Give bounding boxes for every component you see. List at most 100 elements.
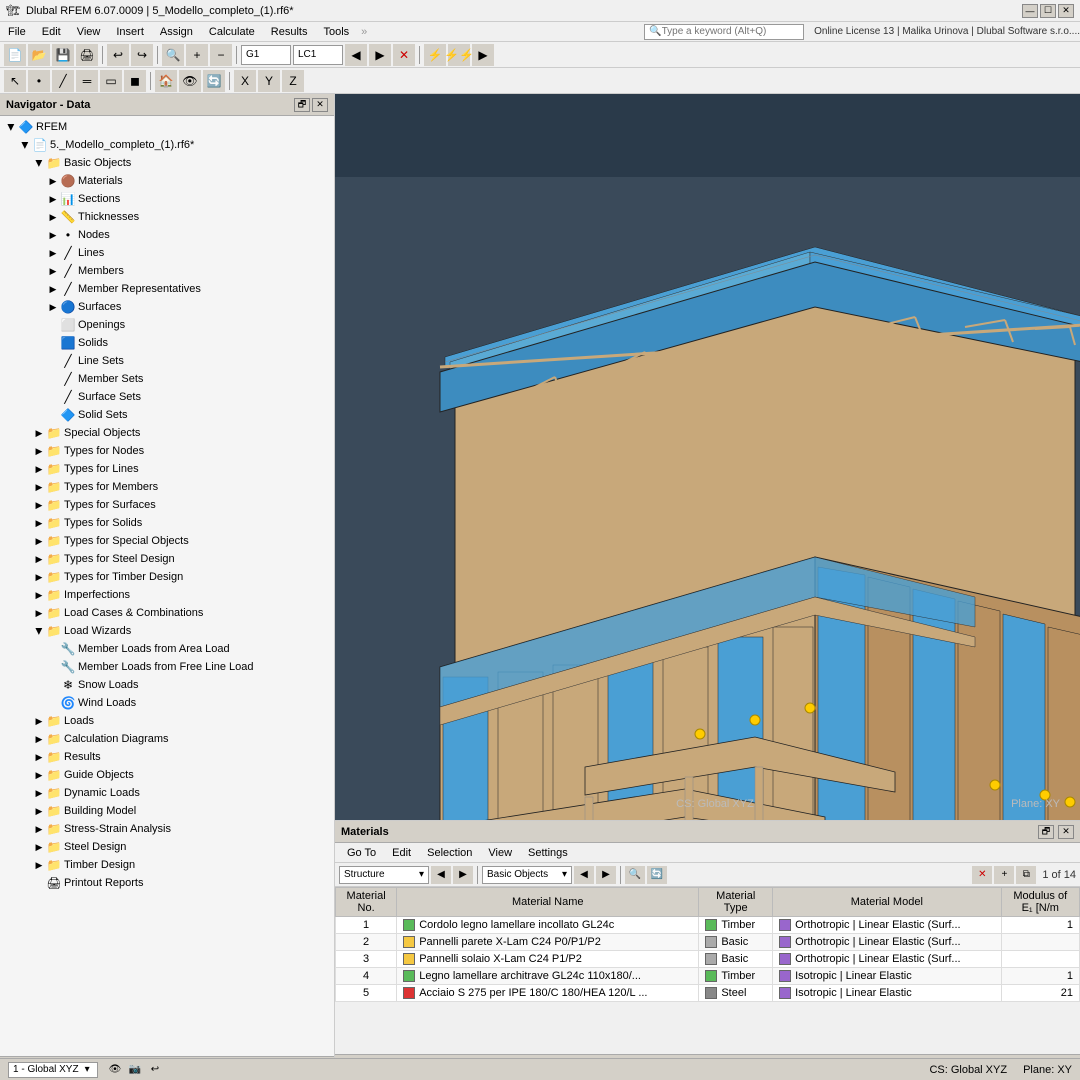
menu-assign[interactable]: Assign bbox=[152, 24, 201, 40]
tree-toggle-guide-objects[interactable]: ▶ bbox=[32, 770, 46, 781]
tree-item-dynamic-loads[interactable]: ▶📁Dynamic Loads bbox=[0, 784, 334, 802]
tb-member[interactable]: ═ bbox=[76, 70, 98, 92]
basic-objects-dropdown[interactable]: Basic Objects ▾ bbox=[482, 866, 572, 884]
tree-item-steel-design[interactable]: ▶📁Steel Design bbox=[0, 838, 334, 856]
tree-toggle-file[interactable]: ▶ bbox=[20, 138, 31, 152]
panel-copy-btn[interactable]: ⧉ bbox=[1016, 866, 1036, 884]
tree-toggle-thicknesses[interactable]: ▶ bbox=[46, 212, 60, 223]
tree-item-types-lines[interactable]: ▶📁Types for Lines bbox=[0, 460, 334, 478]
tb-calc1[interactable]: ⚡ bbox=[424, 44, 446, 66]
tree-item-members[interactable]: ▶╱Members bbox=[0, 262, 334, 280]
col-name[interactable]: Material Name bbox=[397, 888, 699, 917]
tree-toggle-timber-design[interactable]: ▶ bbox=[32, 860, 46, 871]
tree-item-load-cases[interactable]: ▶📁Load Cases & Combinations bbox=[0, 604, 334, 622]
tree-item-results[interactable]: ▶📁Results bbox=[0, 748, 334, 766]
tree-toggle-dynamic-loads[interactable]: ▶ bbox=[32, 788, 46, 799]
panel-filter-btn[interactable]: 🔍 bbox=[625, 866, 645, 884]
tree-item-basic-objects[interactable]: ▶📁Basic Objects bbox=[0, 154, 334, 172]
panel-menu-goto[interactable]: Go To bbox=[339, 845, 384, 861]
maximize-button[interactable]: ☐ bbox=[1040, 4, 1056, 18]
menu-edit[interactable]: Edit bbox=[34, 24, 69, 40]
tree-toggle-basic-objects[interactable]: ▶ bbox=[34, 156, 45, 170]
tree-toggle-materials[interactable]: ▶ bbox=[46, 176, 60, 187]
tb-open[interactable]: 📂 bbox=[28, 44, 50, 66]
tree-item-stress-strain[interactable]: ▶📁Stress-Strain Analysis bbox=[0, 820, 334, 838]
tb-print[interactable]: 🖨 bbox=[76, 44, 98, 66]
tb-zoom[interactable]: 🔍 bbox=[162, 44, 184, 66]
minimize-button[interactable]: — bbox=[1022, 4, 1038, 18]
tree-item-lines[interactable]: ▶╱Lines bbox=[0, 244, 334, 262]
status-view3[interactable]: ↩ bbox=[146, 1062, 164, 1078]
tree-item-special-objects[interactable]: ▶📁Special Objects bbox=[0, 424, 334, 442]
tree-item-types-surfaces[interactable]: ▶📁Types for Surfaces bbox=[0, 496, 334, 514]
panel-float-btn[interactable]: 🗗 bbox=[1038, 825, 1054, 839]
tb-calc2[interactable]: ⚡⚡ bbox=[448, 44, 470, 66]
tb-new[interactable]: 📄 bbox=[4, 44, 26, 66]
tree-item-materials[interactable]: ▶🟤Materials bbox=[0, 172, 334, 190]
tb-select[interactable]: ↖ bbox=[4, 70, 26, 92]
load-case-dropdown[interactable]: G1 bbox=[241, 45, 291, 65]
tree-item-snow-loads[interactable]: ❄Snow Loads bbox=[0, 676, 334, 694]
tree-item-thicknesses[interactable]: ▶📏Thicknesses bbox=[0, 208, 334, 226]
tb-line[interactable]: ╱ bbox=[52, 70, 74, 92]
tree-toggle-special-objects[interactable]: ▶ bbox=[32, 428, 46, 439]
tree-toggle-types-steel[interactable]: ▶ bbox=[32, 554, 46, 565]
tb-undo[interactable]: ↩ bbox=[107, 44, 129, 66]
tree-item-sections[interactable]: ▶📊Sections bbox=[0, 190, 334, 208]
tb-solid[interactable]: ◼ bbox=[124, 70, 146, 92]
tree-item-load-wizards[interactable]: ▶📁Load Wizards bbox=[0, 622, 334, 640]
status-view1[interactable]: 👁 bbox=[106, 1062, 124, 1078]
tree-item-solid-sets[interactable]: 🔷Solid Sets bbox=[0, 406, 334, 424]
tree-item-types-timber[interactable]: ▶📁Types for Timber Design bbox=[0, 568, 334, 586]
tree-item-member-reps[interactable]: ▶╱Member Representatives bbox=[0, 280, 334, 298]
menu-tools[interactable]: Tools bbox=[315, 24, 357, 40]
panel-bo-next[interactable]: ▶ bbox=[596, 866, 616, 884]
panel-menu-edit[interactable]: Edit bbox=[384, 845, 419, 861]
tb-node[interactable]: • bbox=[28, 70, 50, 92]
tree-item-member-sets[interactable]: ╱Member Sets bbox=[0, 370, 334, 388]
tb-rot[interactable]: 🔄 bbox=[203, 70, 225, 92]
tree-item-types-steel[interactable]: ▶📁Types for Steel Design bbox=[0, 550, 334, 568]
tree-item-timber-design[interactable]: ▶📁Timber Design bbox=[0, 856, 334, 874]
tree-item-member-loads-area[interactable]: 🔧Member Loads from Area Load bbox=[0, 640, 334, 658]
close-button[interactable]: ✕ bbox=[1058, 4, 1074, 18]
tree-item-file[interactable]: ▶📄5._Modello_completo_(1).rf6* bbox=[0, 136, 334, 154]
tree-toggle-sections[interactable]: ▶ bbox=[46, 194, 60, 205]
tree-toggle-members[interactable]: ▶ bbox=[46, 266, 60, 277]
tree-toggle-loads[interactable]: ▶ bbox=[32, 716, 46, 727]
tree-item-types-special[interactable]: ▶📁Types for Special Objects bbox=[0, 532, 334, 550]
tb-surface[interactable]: ▭ bbox=[100, 70, 122, 92]
tree-toggle-types-timber[interactable]: ▶ bbox=[32, 572, 46, 583]
panel-menu-settings[interactable]: Settings bbox=[520, 845, 576, 861]
panel-add-btn[interactable]: + bbox=[994, 866, 1014, 884]
coord-system-dropdown[interactable]: 1 - Global XYZ ▾ bbox=[8, 1062, 98, 1078]
tree-toggle-types-solids[interactable]: ▶ bbox=[32, 518, 46, 529]
tree-item-types-nodes[interactable]: ▶📁Types for Nodes bbox=[0, 442, 334, 460]
panel-menu-selection[interactable]: Selection bbox=[419, 845, 480, 861]
nav-restore-btn[interactable]: 🗗 bbox=[294, 98, 310, 112]
tree-toggle-steel-design[interactable]: ▶ bbox=[32, 842, 46, 853]
menu-view[interactable]: View bbox=[69, 24, 109, 40]
tree-item-surface-sets[interactable]: ╱Surface Sets bbox=[0, 388, 334, 406]
panel-next-btn[interactable]: ▶ bbox=[453, 866, 473, 884]
tree-toggle-building-model[interactable]: ▶ bbox=[32, 806, 46, 817]
search-input[interactable] bbox=[662, 26, 800, 37]
tb-zoom-in[interactable]: + bbox=[186, 44, 208, 66]
tb-delete[interactable]: ✕ bbox=[393, 44, 415, 66]
tb-yaxis[interactable]: Y bbox=[258, 70, 280, 92]
col-model[interactable]: Material Model bbox=[773, 888, 1001, 917]
menu-results[interactable]: Results bbox=[263, 24, 316, 40]
tree-item-member-loads-line[interactable]: 🔧Member Loads from Free Line Load bbox=[0, 658, 334, 676]
tree-item-surfaces[interactable]: ▶🔵Surfaces bbox=[0, 298, 334, 316]
tree-item-loads[interactable]: ▶📁Loads bbox=[0, 712, 334, 730]
tree-toggle-rfem[interactable]: ▶ bbox=[6, 120, 17, 134]
status-view2[interactable]: 📷 bbox=[126, 1062, 144, 1078]
tree-toggle-load-cases[interactable]: ▶ bbox=[32, 608, 46, 619]
tree-item-openings[interactable]: ⬜Openings bbox=[0, 316, 334, 334]
tree-toggle-stress-strain[interactable]: ▶ bbox=[32, 824, 46, 835]
tb-save[interactable]: 💾 bbox=[52, 44, 74, 66]
col-type[interactable]: MaterialType bbox=[699, 888, 773, 917]
tb-calc3[interactable]: ▶ bbox=[472, 44, 494, 66]
table-row[interactable]: 3 Pannelli solaio X-Lam C24 P1/P2 Basic … bbox=[336, 951, 1080, 968]
panel-prev-btn[interactable]: ◀ bbox=[431, 866, 451, 884]
